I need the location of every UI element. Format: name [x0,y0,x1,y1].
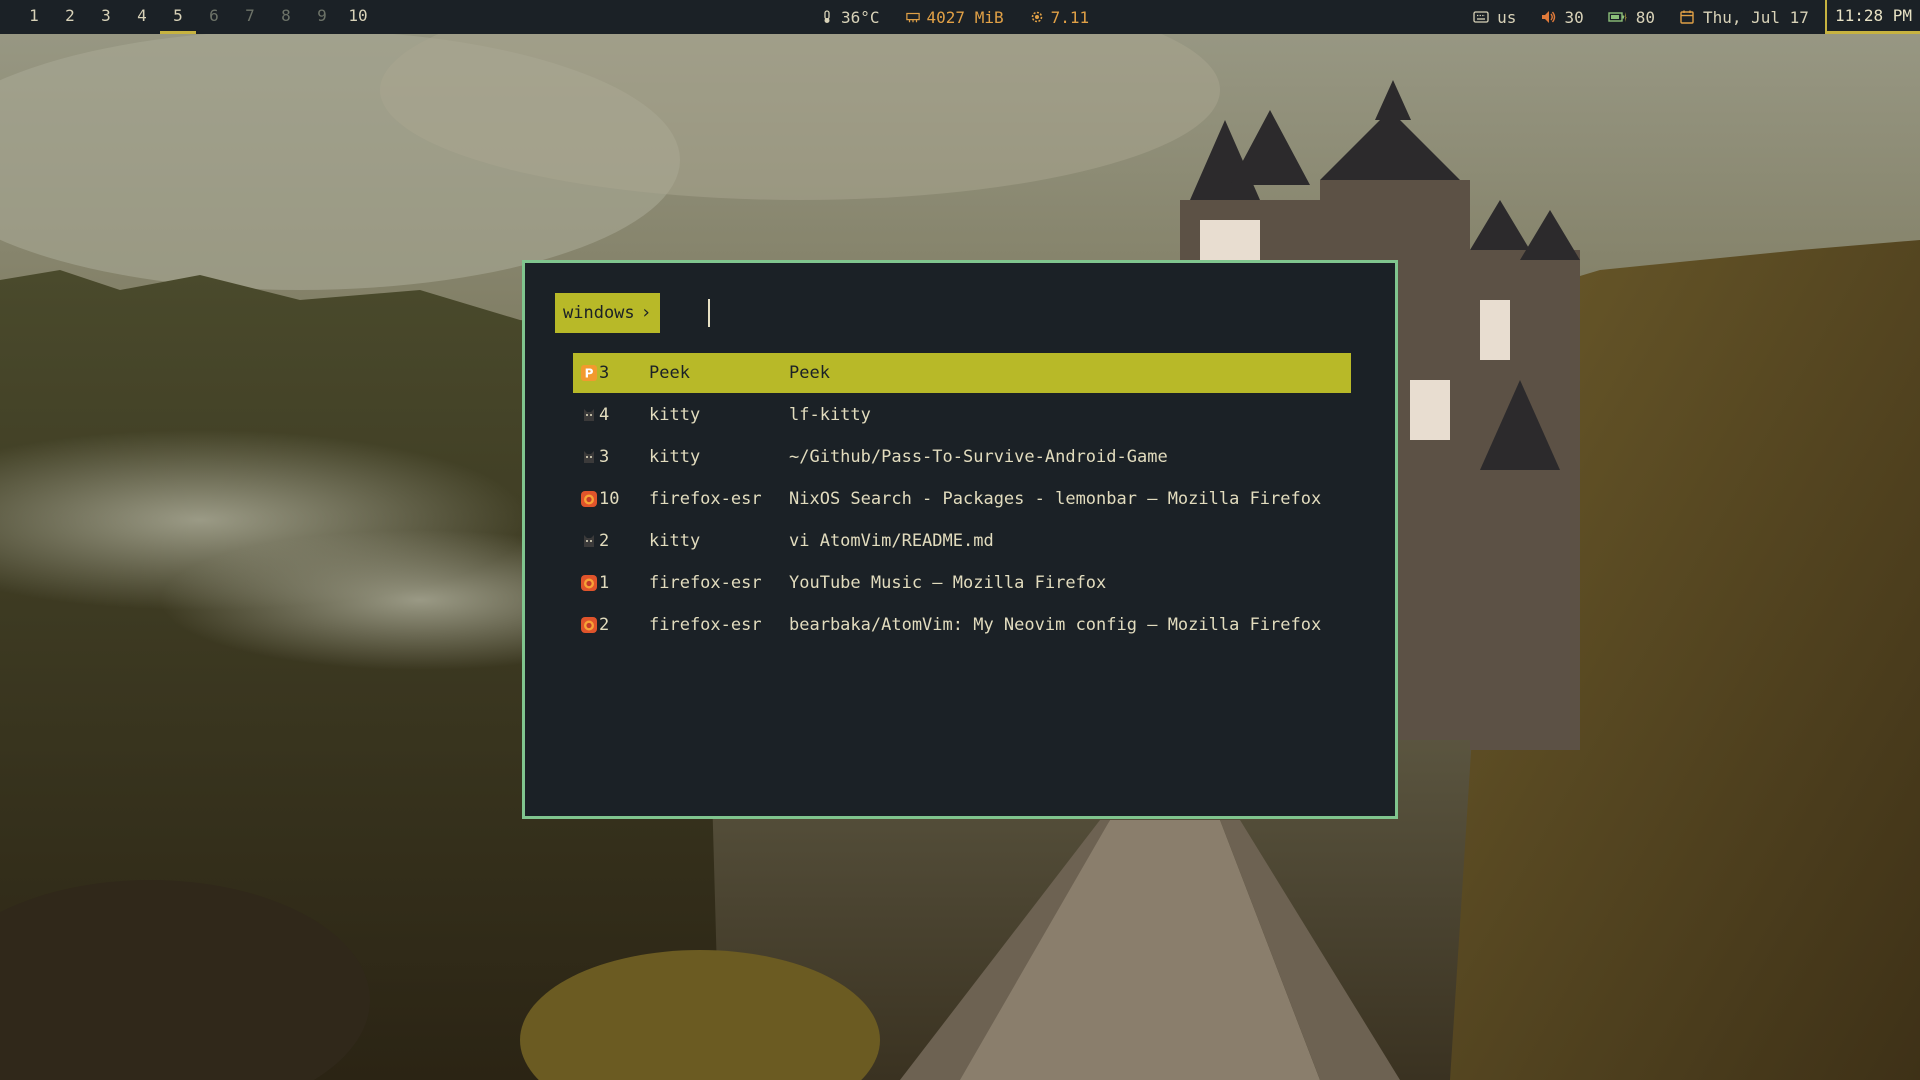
workspace-switcher: 1 2 3 4 5 6 7 8 9 10 [16,0,376,34]
result-workspace: 4 [599,405,610,425]
workspace-button-4[interactable]: 4 [124,0,160,34]
result-window-class: firefox-esr [649,573,762,593]
result-window-title: vi AtomVim/README.md [789,531,994,551]
result-window-title: bearbaka/AtomVim: My Neovim config — Moz… [789,615,1322,635]
clock[interactable]: 11:28 PM [1824,0,1920,34]
window-result-row[interactable]: 2 firefox-esr bearbaka/AtomVim: My Neovim … [573,605,1351,645]
battery-module[interactable]: 80 [1608,8,1655,27]
temperature-value: 36°C [841,7,880,27]
top-status-bar: 1 2 3 4 5 6 7 8 9 10 36°C 4027 MiB 7.11 … [0,0,1920,34]
result-window-title: Peek [789,363,830,383]
text-caret [708,299,710,327]
system-stats: 36°C 4027 MiB 7.11 [820,0,1089,34]
battery-charging-icon [1608,12,1627,22]
result-window-class: Peek [649,363,690,383]
keyboard-layout-module[interactable]: us [1473,8,1516,27]
date-module[interactable]: Thu, Jul 17 [1679,8,1809,27]
workspace-button-10[interactable]: 10 [340,0,376,34]
result-window-title: ~/Github/Pass-To-Survive-Android-Game [789,447,1168,467]
svg-text:P: P [585,367,594,381]
search-input[interactable] [671,296,1276,330]
kitty-icon [581,449,597,465]
window-result-row[interactable]: 2 kitty vi AtomVim/README.md [573,521,1351,561]
memory-module[interactable]: 4027 MiB [905,7,1004,27]
result-workspace: 1 [599,573,610,593]
window-result-row[interactable]: 1 firefox-esr YouTube Music — Mozilla Fire… [573,563,1351,603]
firefox-icon [581,491,597,507]
workspace-button-6[interactable]: 6 [196,0,232,34]
result-window-class: kitty [649,531,701,551]
result-window-class: kitty [649,447,701,467]
thermometer-icon [824,10,830,23]
volume-value: 30 [1564,7,1584,27]
keyboard-icon [1473,11,1489,23]
kitty-icon [581,407,597,423]
volume-module[interactable]: 30 [1540,7,1584,27]
firefox-icon [581,575,597,591]
battery-value: 80 [1635,7,1655,27]
workspace-button-9[interactable]: 9 [304,0,340,34]
result-window-class: firefox-esr [649,615,762,635]
workspace-button-7[interactable]: 7 [232,0,268,34]
peek-icon: P [581,365,597,381]
prompt-mode-text: windows [563,303,635,323]
prompt-row: windows › [555,293,1276,333]
window-result-row[interactable]: 10 firefox-esr NixOS Search - Packages - l… [573,479,1351,519]
window-results-list: P 3 Peek Peek 4 kitty lf-kitty 3 kitty ~/Github/P… [573,353,1351,647]
result-window-class: kitty [649,405,701,425]
workspace-button-5[interactable]: 5 [160,0,196,34]
kitty-icon [581,533,597,549]
result-workspace: 3 [599,363,610,383]
memory-value: 4027 MiB [926,7,1004,27]
result-window-title: lf-kitty [789,405,871,425]
result-window-title: NixOS Search - Packages - lemonbar — Moz… [789,489,1322,509]
window-switcher-launcher: windows › P 3 Peek Peek 4 kitty lf-kitty 3 kitty… [522,260,1398,819]
cpu-gear-icon [1031,11,1042,23]
cpu-module[interactable]: 7.11 [1030,7,1090,27]
date-value: Thu, Jul 17 [1702,7,1809,27]
result-workspace: 3 [599,447,610,467]
result-window-title: YouTube Music — Mozilla Firefox [789,573,1107,593]
result-workspace: 2 [599,531,610,551]
chevron-right-icon: › [640,302,652,323]
workspace-button-3[interactable]: 3 [88,0,124,34]
calendar-icon [1680,10,1694,24]
workspace-button-1[interactable]: 1 [16,0,52,34]
memory-chip-icon [905,12,920,23]
mode-prompt-label: windows › [555,293,660,333]
window-result-row[interactable]: 4 kitty lf-kitty [573,395,1351,435]
status-tray: us 30 80 Thu, Jul 17 11:28 PM [1473,0,1920,34]
window-result-row[interactable]: P 3 Peek Peek [573,353,1351,393]
cpu-load-value: 7.11 [1050,7,1090,27]
firefox-icon [581,617,597,633]
workspace-button-8[interactable]: 8 [268,0,304,34]
keyboard-layout-value: us [1497,7,1517,27]
workspace-button-2[interactable]: 2 [52,0,88,34]
window-result-row[interactable]: 3 kitty ~/Github/Pass-To-Survive-Android-G… [573,437,1351,477]
speaker-icon [1542,11,1556,23]
result-workspace: 10 [599,489,620,509]
result-workspace: 2 [599,615,610,635]
result-window-class: firefox-esr [649,489,762,509]
temperature-module[interactable]: 36°C [820,8,880,27]
